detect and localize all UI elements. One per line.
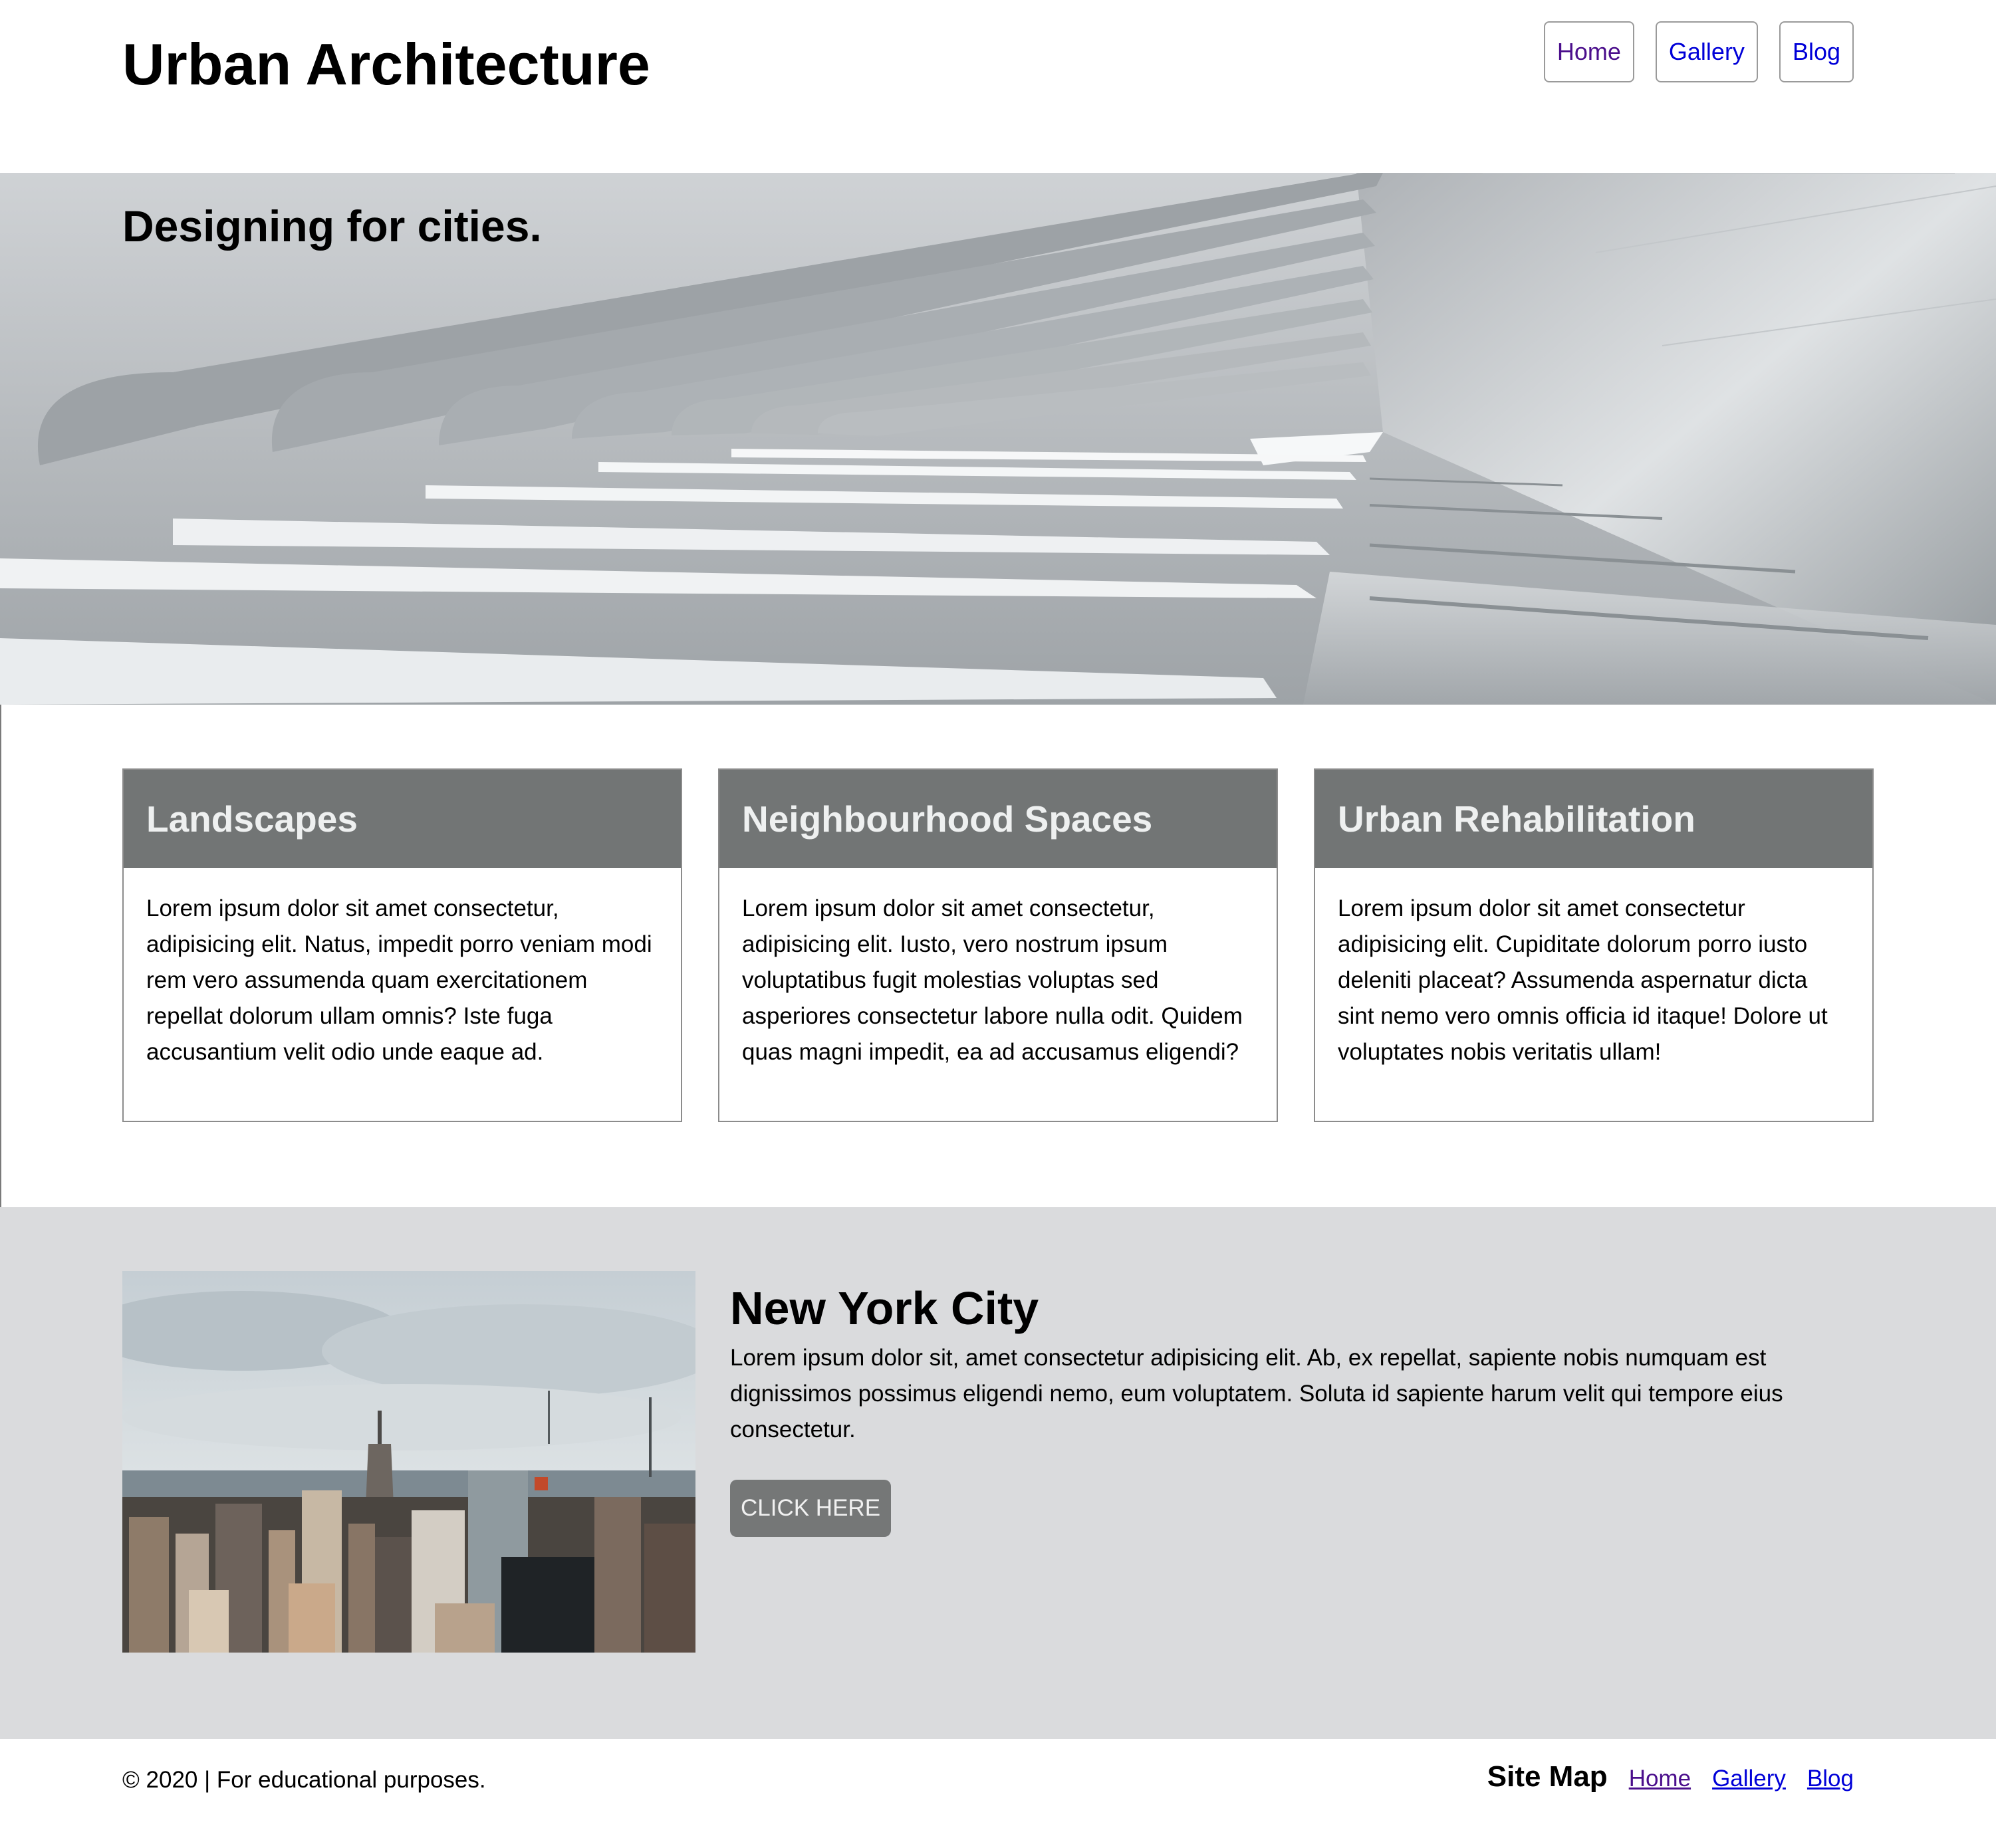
main-nav: Home Gallery Blog [1543, 21, 1854, 82]
site-footer: © 2020 | For educational purposes. Site … [0, 1739, 1996, 1848]
hero-banner: Designing for cities. [0, 173, 1996, 705]
footer-link-blog[interactable]: Blog [1807, 1766, 1854, 1792]
site-title: Urban Architecture [122, 31, 650, 97]
feature-section: New York City Lorem ipsum dolor sit, ame… [0, 1207, 1996, 1739]
card-text: Lorem ipsum dolor sit amet consectetur, … [146, 895, 652, 1065]
site-header: Urban Architecture Home Gallery Blog [0, 0, 1996, 173]
nav-home-button[interactable]: Home [1543, 21, 1634, 82]
footer-link-home[interactable]: Home [1629, 1766, 1691, 1792]
card-header: Neighbourhood Spaces [719, 770, 1277, 868]
footer-link-gallery[interactable]: Gallery [1712, 1766, 1786, 1792]
nav-gallery-button[interactable]: Gallery [1655, 21, 1758, 82]
copyright-text: © 2020 | For educational purposes. [122, 1767, 486, 1793]
hero-architecture-image [0, 173, 1996, 705]
sitemap: Site Map Home Gallery Blog [1487, 1760, 1854, 1793]
nav-blog-button[interactable]: Blog [1779, 21, 1854, 82]
card-header: Urban Rehabilitation [1315, 770, 1872, 868]
card-text: Lorem ipsum dolor sit amet consectetur a… [1338, 895, 1828, 1065]
click-here-button[interactable]: CLICK HERE [730, 1480, 892, 1537]
feature-title: New York City [730, 1282, 1039, 1334]
card-header: Landscapes [124, 770, 681, 868]
feature-text: Lorem ipsum dolor sit, amet consectetur … [730, 1345, 1783, 1443]
card-title: Landscapes [146, 798, 358, 840]
card-neighbourhood-spaces: Neighbourhood Spaces Lorem ipsum dolor s… [718, 768, 1278, 1122]
card-text: Lorem ipsum dolor sit amet consectetur, … [742, 895, 1243, 1065]
card-title: Neighbourhood Spaces [742, 798, 1153, 840]
card-landscapes: Landscapes Lorem ipsum dolor sit amet co… [122, 768, 682, 1122]
card-title: Urban Rehabilitation [1338, 798, 1695, 840]
sitemap-title: Site Map [1487, 1760, 1608, 1793]
card-urban-rehabilitation: Urban Rehabilitation Lorem ipsum dolor s… [1314, 768, 1874, 1122]
new-york-city-photo [122, 1271, 695, 1653]
hero-tagline: Designing for cities. [122, 201, 542, 251]
